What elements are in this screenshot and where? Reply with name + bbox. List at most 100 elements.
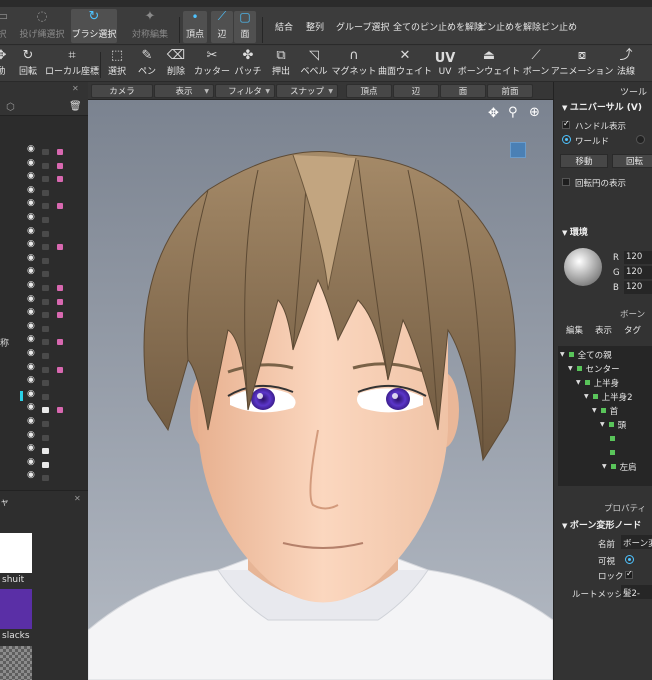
eye-icon[interactable]: ◉ [27, 239, 35, 249]
face-mode-button[interactable]: ▢ 面 [234, 10, 256, 43]
material-close-icon[interactable]: ✕ [74, 494, 81, 503]
select-partial-item[interactable]: ▭ 択 [0, 9, 12, 43]
object-row[interactable]: ◉ [0, 402, 88, 416]
lock-icon[interactable] [42, 230, 49, 237]
b-input[interactable]: 120 [624, 281, 652, 294]
align-button[interactable]: 整列 [306, 20, 324, 33]
eye-icon[interactable]: ◉ [27, 470, 35, 480]
edge-filter-button[interactable]: 辺 [393, 84, 439, 98]
tree-item[interactable]: ▼ 首 [592, 404, 618, 417]
tool-cutter[interactable]: ✂ カッター [194, 48, 230, 80]
eye-icon[interactable]: ◉ [27, 158, 35, 168]
lock-checkbox[interactable] [625, 569, 633, 579]
color-lock-icon[interactable] [57, 162, 63, 169]
object-row[interactable]: ◉ [0, 362, 88, 376]
object-row[interactable]: ◉ [0, 171, 88, 185]
tool-rotate[interactable]: ↻ 回転 [17, 48, 39, 80]
tree-item[interactable]: ▼ 上半身 [576, 376, 619, 389]
color-lock-icon[interactable] [57, 407, 63, 414]
eye-icon[interactable]: ◉ [27, 416, 35, 426]
lock-icon[interactable] [42, 475, 49, 482]
bone-tab-tag[interactable]: タグ [624, 324, 641, 336]
object-row[interactable]: ◉ [0, 158, 88, 172]
eye-icon[interactable]: ◉ [27, 389, 35, 399]
zoom-icon[interactable]: ⚲ [508, 105, 518, 120]
tree-item[interactable]: ▼ 上半身2 [584, 390, 633, 403]
visible-toggle[interactable] [625, 555, 634, 564]
lock-icon[interactable] [42, 312, 49, 319]
lock-icon[interactable] [42, 217, 49, 223]
object-row[interactable]: ◉ [0, 348, 88, 362]
handle-display-checkbox[interactable] [562, 119, 570, 129]
tool-local-coord[interactable]: ⌗ ローカル座標 [45, 48, 99, 80]
color-lock-icon[interactable] [57, 176, 63, 183]
r-input[interactable]: 120 [624, 251, 652, 264]
object-row[interactable]: ◉ [0, 226, 88, 240]
lock-icon[interactable] [42, 149, 49, 155]
tree-item[interactable]: ▼ 左肩 [602, 460, 637, 473]
edge-mode-button[interactable]: ⟋ 辺 [211, 9, 233, 43]
pin-button[interactable]: ピン止め [541, 20, 577, 33]
tree-item[interactable] [610, 446, 619, 459]
tool-bone[interactable]: ⟋ ボーン [523, 48, 550, 80]
view-cube-icon[interactable] [510, 142, 526, 158]
group-select-button[interactable]: グループ選択 [336, 20, 389, 33]
eye-icon[interactable]: ◉ [27, 144, 35, 154]
tool-extrude[interactable]: ⧉ 押出 [270, 48, 292, 80]
environment-sphere[interactable] [564, 248, 602, 286]
eye-icon[interactable]: ◉ [27, 321, 35, 331]
eye-icon[interactable]: ◉ [27, 430, 35, 440]
tree-item[interactable] [610, 432, 619, 445]
camera-dropdown[interactable]: カメラ [91, 84, 153, 98]
color-lock-icon[interactable] [57, 339, 63, 346]
object-row[interactable]: ◉ [0, 185, 88, 199]
brush-select-button[interactable]: ↻ ブラシ選択 [71, 9, 117, 43]
local-radio[interactable] [636, 135, 645, 144]
object-row[interactable]: ◉ [0, 430, 88, 444]
lock-icon[interactable] [42, 353, 49, 359]
tool-surface-weight[interactable]: ✕ 曲面ウェイト [378, 48, 432, 80]
collapse-arrow-icon[interactable]: ▼ [562, 104, 570, 112]
eye-icon[interactable]: ◉ [27, 457, 35, 467]
color-lock-icon[interactable] [57, 312, 63, 319]
lock-icon[interactable] [42, 325, 49, 332]
viewport-3d[interactable]: ✥ ⚲ ⊕ [88, 100, 553, 680]
eye-icon[interactable]: ◉ [27, 226, 35, 236]
unpin-all-button[interactable]: 全てのピン止めを解除 [393, 20, 483, 33]
vertex-mode-button[interactable]: • 頂点 [183, 10, 207, 43]
lock-icon[interactable] [42, 421, 49, 427]
bone-tab-edit[interactable]: 編集 [566, 324, 583, 336]
lock-icon[interactable] [42, 203, 49, 210]
object-row[interactable]: ◉ [0, 144, 88, 158]
object-row[interactable]: ◉ [0, 294, 88, 308]
color-lock-icon[interactable] [57, 298, 63, 305]
eye-icon[interactable]: ◉ [27, 402, 35, 412]
lock-icon[interactable] [42, 298, 49, 305]
object-row[interactable]: ◉ [0, 280, 88, 294]
lock-icon[interactable] [42, 257, 49, 264]
display-dropdown[interactable]: 表示 ▼ [154, 84, 214, 98]
lasso-select-button[interactable]: ◌ 投げ縄選択 [20, 9, 65, 43]
eye-icon[interactable]: ◉ [27, 443, 35, 453]
eye-icon[interactable]: ◉ [27, 334, 35, 344]
lock-icon[interactable] [42, 244, 49, 251]
tool-pen[interactable]: ✎ ペン [137, 48, 157, 80]
lock-icon[interactable] [42, 366, 49, 373]
bone-tab-display[interactable]: 表示 [595, 324, 612, 336]
unpin-button[interactable]: ピン止めを解除 [478, 20, 541, 33]
g-input[interactable]: 120 [624, 266, 652, 279]
name-input[interactable]: ボーン変 [621, 535, 652, 549]
lock-icon[interactable] [42, 393, 49, 400]
object-row[interactable]: ◉ [0, 334, 88, 348]
object-row[interactable]: ◉ [0, 416, 88, 430]
rotation-circle-checkbox[interactable] [562, 178, 570, 186]
tool-uv[interactable]: UV UV [435, 48, 456, 80]
collapse-arrow-icon[interactable]: ▼ [562, 229, 570, 237]
tool-animation[interactable]: ⧇ アニメーション [551, 48, 614, 80]
eye-icon[interactable]: ◉ [27, 171, 35, 181]
eye-icon[interactable]: ◉ [27, 266, 35, 276]
lock-icon[interactable] [42, 176, 49, 183]
object-row[interactable]: ◉ [0, 253, 88, 267]
object-row[interactable]: ◉ [0, 470, 88, 484]
object-row[interactable]: ◉ [0, 198, 88, 212]
